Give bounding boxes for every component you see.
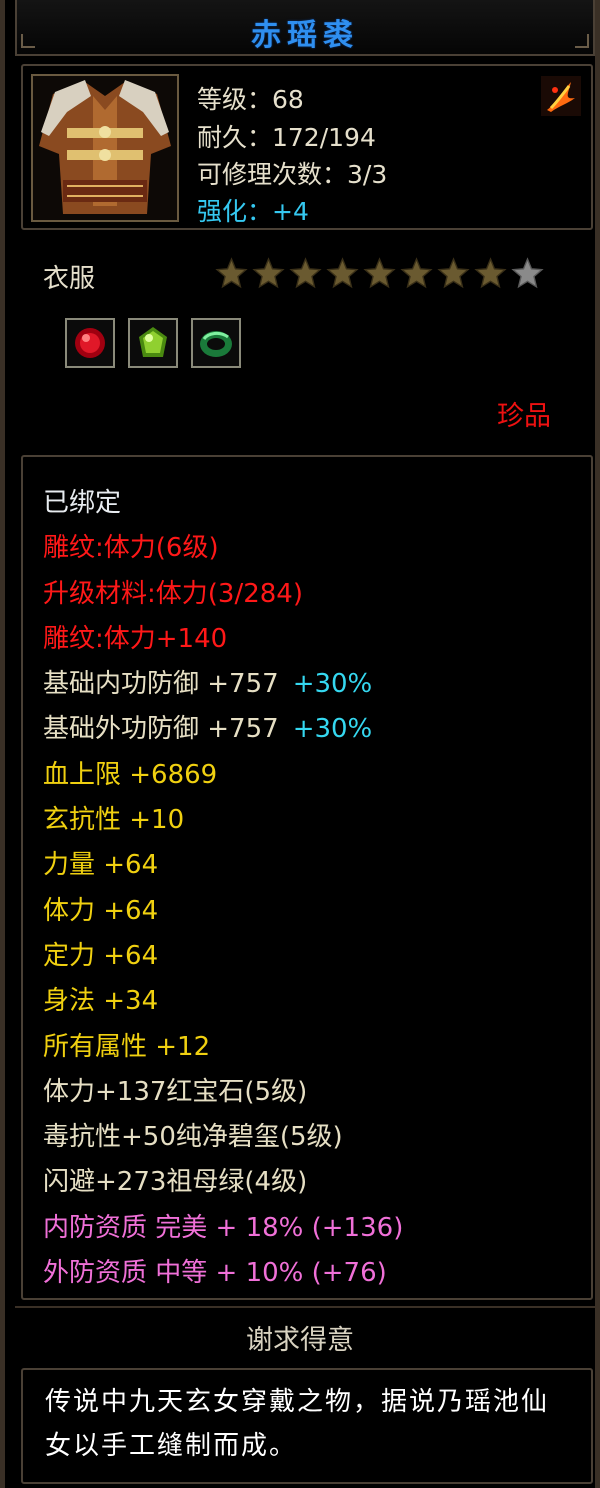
property-line: 内防资质 完美 + 18% (+136) <box>43 1206 581 1251</box>
property-text: 定力 +64 <box>43 940 159 971</box>
property-line: 雕纹:体力+140 <box>43 617 581 662</box>
property-line: 身法 +34 <box>43 979 581 1024</box>
property-line: 定力 +64 <box>43 934 581 979</box>
property-text: 外防资质 中等 + 10% (+76) <box>43 1258 387 1289</box>
property-text: 闪避+273祖母绿(4级) <box>43 1167 308 1198</box>
item-type: 衣服 <box>43 264 96 294</box>
property-line: 雕纹:体力(6级) <box>43 526 581 571</box>
property-text: 基础外功防御 +757 <box>43 714 279 745</box>
properties-panel: 已绑定雕纹:体力(6级) 升级材料:体力(3/284) 雕纹:体力+140 基础内功防… <box>21 455 593 1300</box>
property-text: 所有属性 +12 <box>43 1031 211 1062</box>
star-empty-icon <box>511 257 544 289</box>
property-text: +30% <box>292 669 373 700</box>
footer-divider <box>15 1306 595 1308</box>
star-filled-icon <box>400 257 433 289</box>
property-line: 基础外功防御 +757 +30% <box>43 707 581 752</box>
property-line: 已绑定 <box>43 481 581 526</box>
item-level: 等级：68 <box>197 85 304 114</box>
property-text: 体力 +64 <box>43 895 159 926</box>
property-text: 基础内功防御 +757 <box>43 669 279 700</box>
item-durability: 耐久：172/194 <box>197 123 376 152</box>
set-name: 谢求得意 <box>246 1325 354 1356</box>
item-tooltip: 赤瑶裘 等级：68 耐久：172/194 可修理次数：3/3 强化：+4 衣服 … <box>0 0 600 1488</box>
property-text: 血上限 +6869 <box>43 759 218 790</box>
star-filled-icon <box>252 257 285 289</box>
title-bar: 赤瑶裘 <box>15 0 595 56</box>
property-text: 雕纹:体力(6级) <box>43 533 219 564</box>
property-text: 玄抗性 +10 <box>43 805 185 836</box>
property-text: 毒抗性+50纯净碧玺(5级) <box>43 1122 343 1153</box>
star-filled-icon <box>215 257 248 289</box>
property-line: 体力+137红宝石(5级) <box>43 1070 581 1115</box>
ruby-gem-icon[interactable] <box>65 318 115 368</box>
star-filled-icon <box>289 257 322 289</box>
property-text: 雕纹:体力+140 <box>43 623 228 654</box>
property-text: 升级材料:体力(3/284) <box>43 578 303 609</box>
property-text: 体力+137红宝石(5级) <box>43 1076 308 1107</box>
peridot-gem-icon[interactable] <box>128 318 178 368</box>
star-rating <box>215 257 544 290</box>
property-line: 玄抗性 +10 <box>43 798 581 843</box>
star-filled-icon <box>437 257 470 289</box>
property-line: 外防资质 中等 + 10% (+76) <box>43 1251 581 1296</box>
item-description: 传说中九天玄女穿戴之物，据说乃瑶池仙女以手工缝制而成。 <box>45 1387 550 1461</box>
property-line: 毒抗性+50纯净碧玺(5级) <box>43 1115 581 1160</box>
property-text: +30% <box>292 714 373 745</box>
property-line: 升级材料:体力(3/284) <box>43 572 581 617</box>
item-name: 赤瑶裘 <box>251 18 359 53</box>
star-filled-icon <box>326 257 359 289</box>
weapon-class-icon <box>541 76 581 116</box>
gem-slots <box>65 318 241 368</box>
description-panel: 传说中九天玄女穿戴之物，据说乃瑶池仙女以手工缝制而成。 <box>21 1368 593 1484</box>
property-text: 身法 +34 <box>43 986 159 1017</box>
property-line: 闪避+273祖母绿(4级) <box>43 1160 581 1205</box>
property-line: 力量 +64 <box>43 843 581 888</box>
robe-portrait-icon <box>31 74 179 222</box>
star-filled-icon <box>474 257 507 289</box>
item-header: 等级：68 耐久：172/194 可修理次数：3/3 强化：+4 <box>21 64 593 230</box>
property-text: 已绑定 <box>43 488 122 518</box>
property-line: 基础内功防御 +757 +30% <box>43 662 581 707</box>
star-filled-icon <box>363 257 396 289</box>
property-text: 内防资质 完美 + 18% (+136) <box>43 1212 404 1243</box>
property-line: 血上限 +6869 <box>43 753 581 798</box>
item-enhance: 强化：+4 <box>197 197 309 226</box>
jade-ring-gem-icon[interactable] <box>191 318 241 368</box>
property-text: 力量 +64 <box>43 850 159 881</box>
item-repair-count: 可修理次数：3/3 <box>197 160 388 189</box>
property-line: 所有属性 +12 <box>43 1025 581 1070</box>
properties-list: 已绑定雕纹:体力(6级) 升级材料:体力(3/284) 雕纹:体力+140 基础内功防… <box>43 481 581 1296</box>
rarity-label: 珍品 <box>497 401 551 432</box>
property-line: 体力 +64 <box>43 889 581 934</box>
